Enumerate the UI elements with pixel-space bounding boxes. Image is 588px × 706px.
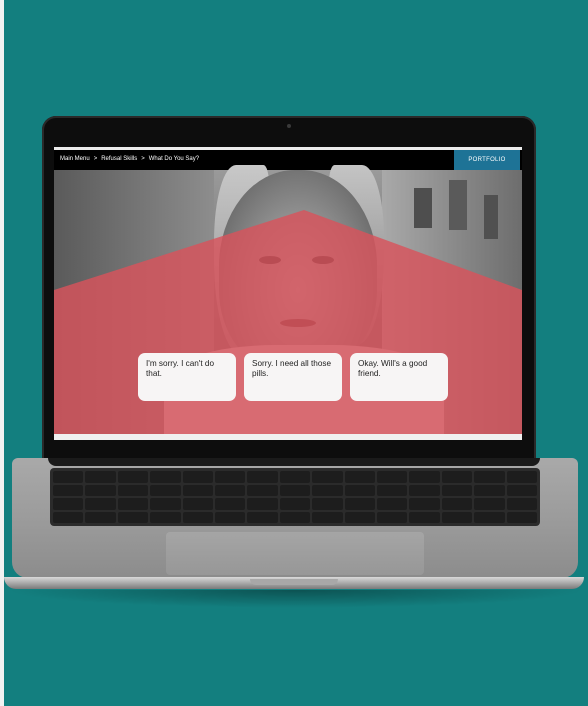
key bbox=[441, 511, 473, 523]
key bbox=[247, 484, 278, 496]
key bbox=[376, 498, 408, 510]
choice-button-1[interactable]: I'm sorry. I can't do that. bbox=[138, 353, 236, 401]
key bbox=[150, 511, 181, 523]
scene: Main Menu > Refusal Skills > What Do You… bbox=[0, 0, 588, 706]
key bbox=[117, 498, 149, 510]
key bbox=[279, 498, 311, 510]
key bbox=[117, 471, 149, 483]
key bbox=[506, 484, 537, 496]
breadcrumb-main-menu[interactable]: Main Menu bbox=[60, 156, 90, 162]
laptop-notch bbox=[250, 579, 338, 585]
key bbox=[214, 471, 246, 483]
key bbox=[474, 484, 505, 496]
key bbox=[53, 484, 84, 496]
key bbox=[474, 511, 505, 523]
key bbox=[150, 498, 181, 510]
key bbox=[85, 471, 116, 483]
key bbox=[441, 484, 473, 496]
key bbox=[247, 498, 278, 510]
laptop-hinge bbox=[48, 458, 540, 466]
key bbox=[247, 471, 278, 483]
choice-button-3[interactable]: Okay. Will's a good friend. bbox=[350, 353, 448, 401]
key bbox=[506, 511, 537, 523]
key bbox=[376, 484, 408, 496]
key bbox=[53, 498, 84, 510]
key bbox=[117, 511, 149, 523]
key bbox=[409, 511, 440, 523]
key bbox=[85, 511, 116, 523]
key bbox=[312, 471, 343, 483]
key bbox=[182, 498, 213, 510]
left-border bbox=[0, 0, 4, 706]
breadcrumb-separator: > bbox=[93, 156, 98, 162]
key bbox=[441, 471, 473, 483]
key bbox=[344, 471, 375, 483]
key bbox=[344, 484, 375, 496]
key bbox=[344, 511, 375, 523]
key bbox=[312, 484, 343, 496]
portfolio-button[interactable]: PORTFOLIO bbox=[454, 150, 520, 170]
breadcrumb-refusal-skills[interactable]: Refusal Skills bbox=[101, 156, 137, 162]
key bbox=[474, 471, 505, 483]
key bbox=[344, 498, 375, 510]
key bbox=[53, 471, 84, 483]
key bbox=[279, 484, 311, 496]
key bbox=[506, 498, 537, 510]
key bbox=[506, 471, 537, 483]
keyboard bbox=[50, 468, 540, 526]
key bbox=[182, 471, 213, 483]
key bbox=[441, 498, 473, 510]
key bbox=[214, 484, 246, 496]
key bbox=[182, 484, 213, 496]
key bbox=[117, 484, 149, 496]
laptop-shadow bbox=[6, 590, 586, 608]
key bbox=[376, 511, 408, 523]
laptop-screen: Main Menu > Refusal Skills > What Do You… bbox=[54, 147, 522, 440]
key bbox=[150, 471, 181, 483]
key bbox=[247, 511, 278, 523]
key bbox=[85, 484, 116, 496]
key bbox=[279, 511, 311, 523]
key bbox=[279, 471, 311, 483]
key bbox=[409, 498, 440, 510]
key bbox=[182, 511, 213, 523]
camera-icon bbox=[287, 124, 291, 128]
bottom-strip bbox=[54, 434, 522, 440]
key bbox=[150, 484, 181, 496]
key bbox=[214, 511, 246, 523]
key bbox=[409, 484, 440, 496]
breadcrumb-separator: > bbox=[141, 156, 145, 162]
key bbox=[214, 498, 246, 510]
choice-button-2[interactable]: Sorry. I need all those pills. bbox=[244, 353, 342, 401]
keyboard-keys bbox=[53, 471, 537, 523]
key bbox=[376, 471, 408, 483]
key bbox=[53, 511, 84, 523]
trackpad bbox=[166, 532, 424, 575]
choice-list: I'm sorry. I can't do that. Sorry. I nee… bbox=[138, 353, 448, 401]
key bbox=[474, 498, 505, 510]
scene-photo: I'm sorry. I can't do that. Sorry. I nee… bbox=[54, 165, 522, 435]
key bbox=[85, 498, 116, 510]
key bbox=[312, 511, 343, 523]
key bbox=[312, 498, 343, 510]
breadcrumb: Main Menu > Refusal Skills > What Do You… bbox=[60, 156, 199, 162]
key bbox=[409, 471, 440, 483]
breadcrumb-current-page: What Do You Say? bbox=[148, 156, 200, 162]
navigation-bar: Main Menu > Refusal Skills > What Do You… bbox=[54, 150, 522, 170]
